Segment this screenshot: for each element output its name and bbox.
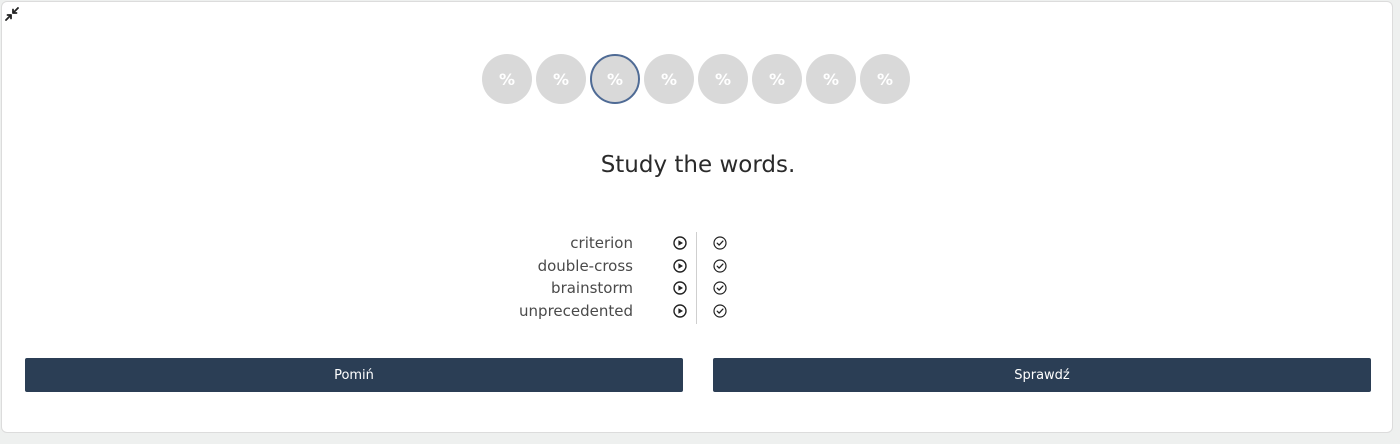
word-row: double-cross <box>442 255 762 278</box>
exercise-title: Study the words. <box>600 152 796 178</box>
progress-step-7[interactable]: % <box>806 54 856 104</box>
progress-step-4[interactable]: % <box>644 54 694 104</box>
play-icon[interactable] <box>673 236 687 250</box>
check-button[interactable]: Sprawdź <box>713 358 1371 392</box>
collapse-icon[interactable] <box>5 7 19 21</box>
word-row: criterion <box>442 232 762 255</box>
progress-bar: % % % % % % % % <box>482 54 910 106</box>
progress-step-8[interactable]: % <box>860 54 910 104</box>
play-icon[interactable] <box>673 303 687 318</box>
word-text: double-cross <box>537 256 633 275</box>
check-circle-icon[interactable] <box>713 281 727 295</box>
exercise-card: % % % % % % % % Study the words. criteri… <box>1 1 1393 433</box>
word-row: brainstorm <box>442 277 762 300</box>
progress-step-5[interactable]: % <box>698 54 748 104</box>
play-icon[interactable] <box>673 258 687 273</box>
check-circle-icon[interactable] <box>713 258 727 273</box>
progress-step-3-current[interactable]: % <box>590 54 640 104</box>
word-text: criterion <box>570 234 633 253</box>
word-text: unprecedented <box>519 301 633 320</box>
skip-button[interactable]: Pomiń <box>25 358 683 392</box>
progress-step-6[interactable]: % <box>752 54 802 104</box>
check-circle-icon[interactable] <box>713 236 727 250</box>
word-text: brainstorm <box>551 279 633 298</box>
progress-step-2[interactable]: % <box>536 54 586 104</box>
word-row: unprecedented <box>442 300 762 323</box>
word-list: criterion double-cross brainstorm unprec… <box>442 232 762 324</box>
play-icon[interactable] <box>673 281 687 295</box>
progress-step-1[interactable]: % <box>482 54 532 104</box>
check-circle-icon[interactable] <box>713 303 727 318</box>
